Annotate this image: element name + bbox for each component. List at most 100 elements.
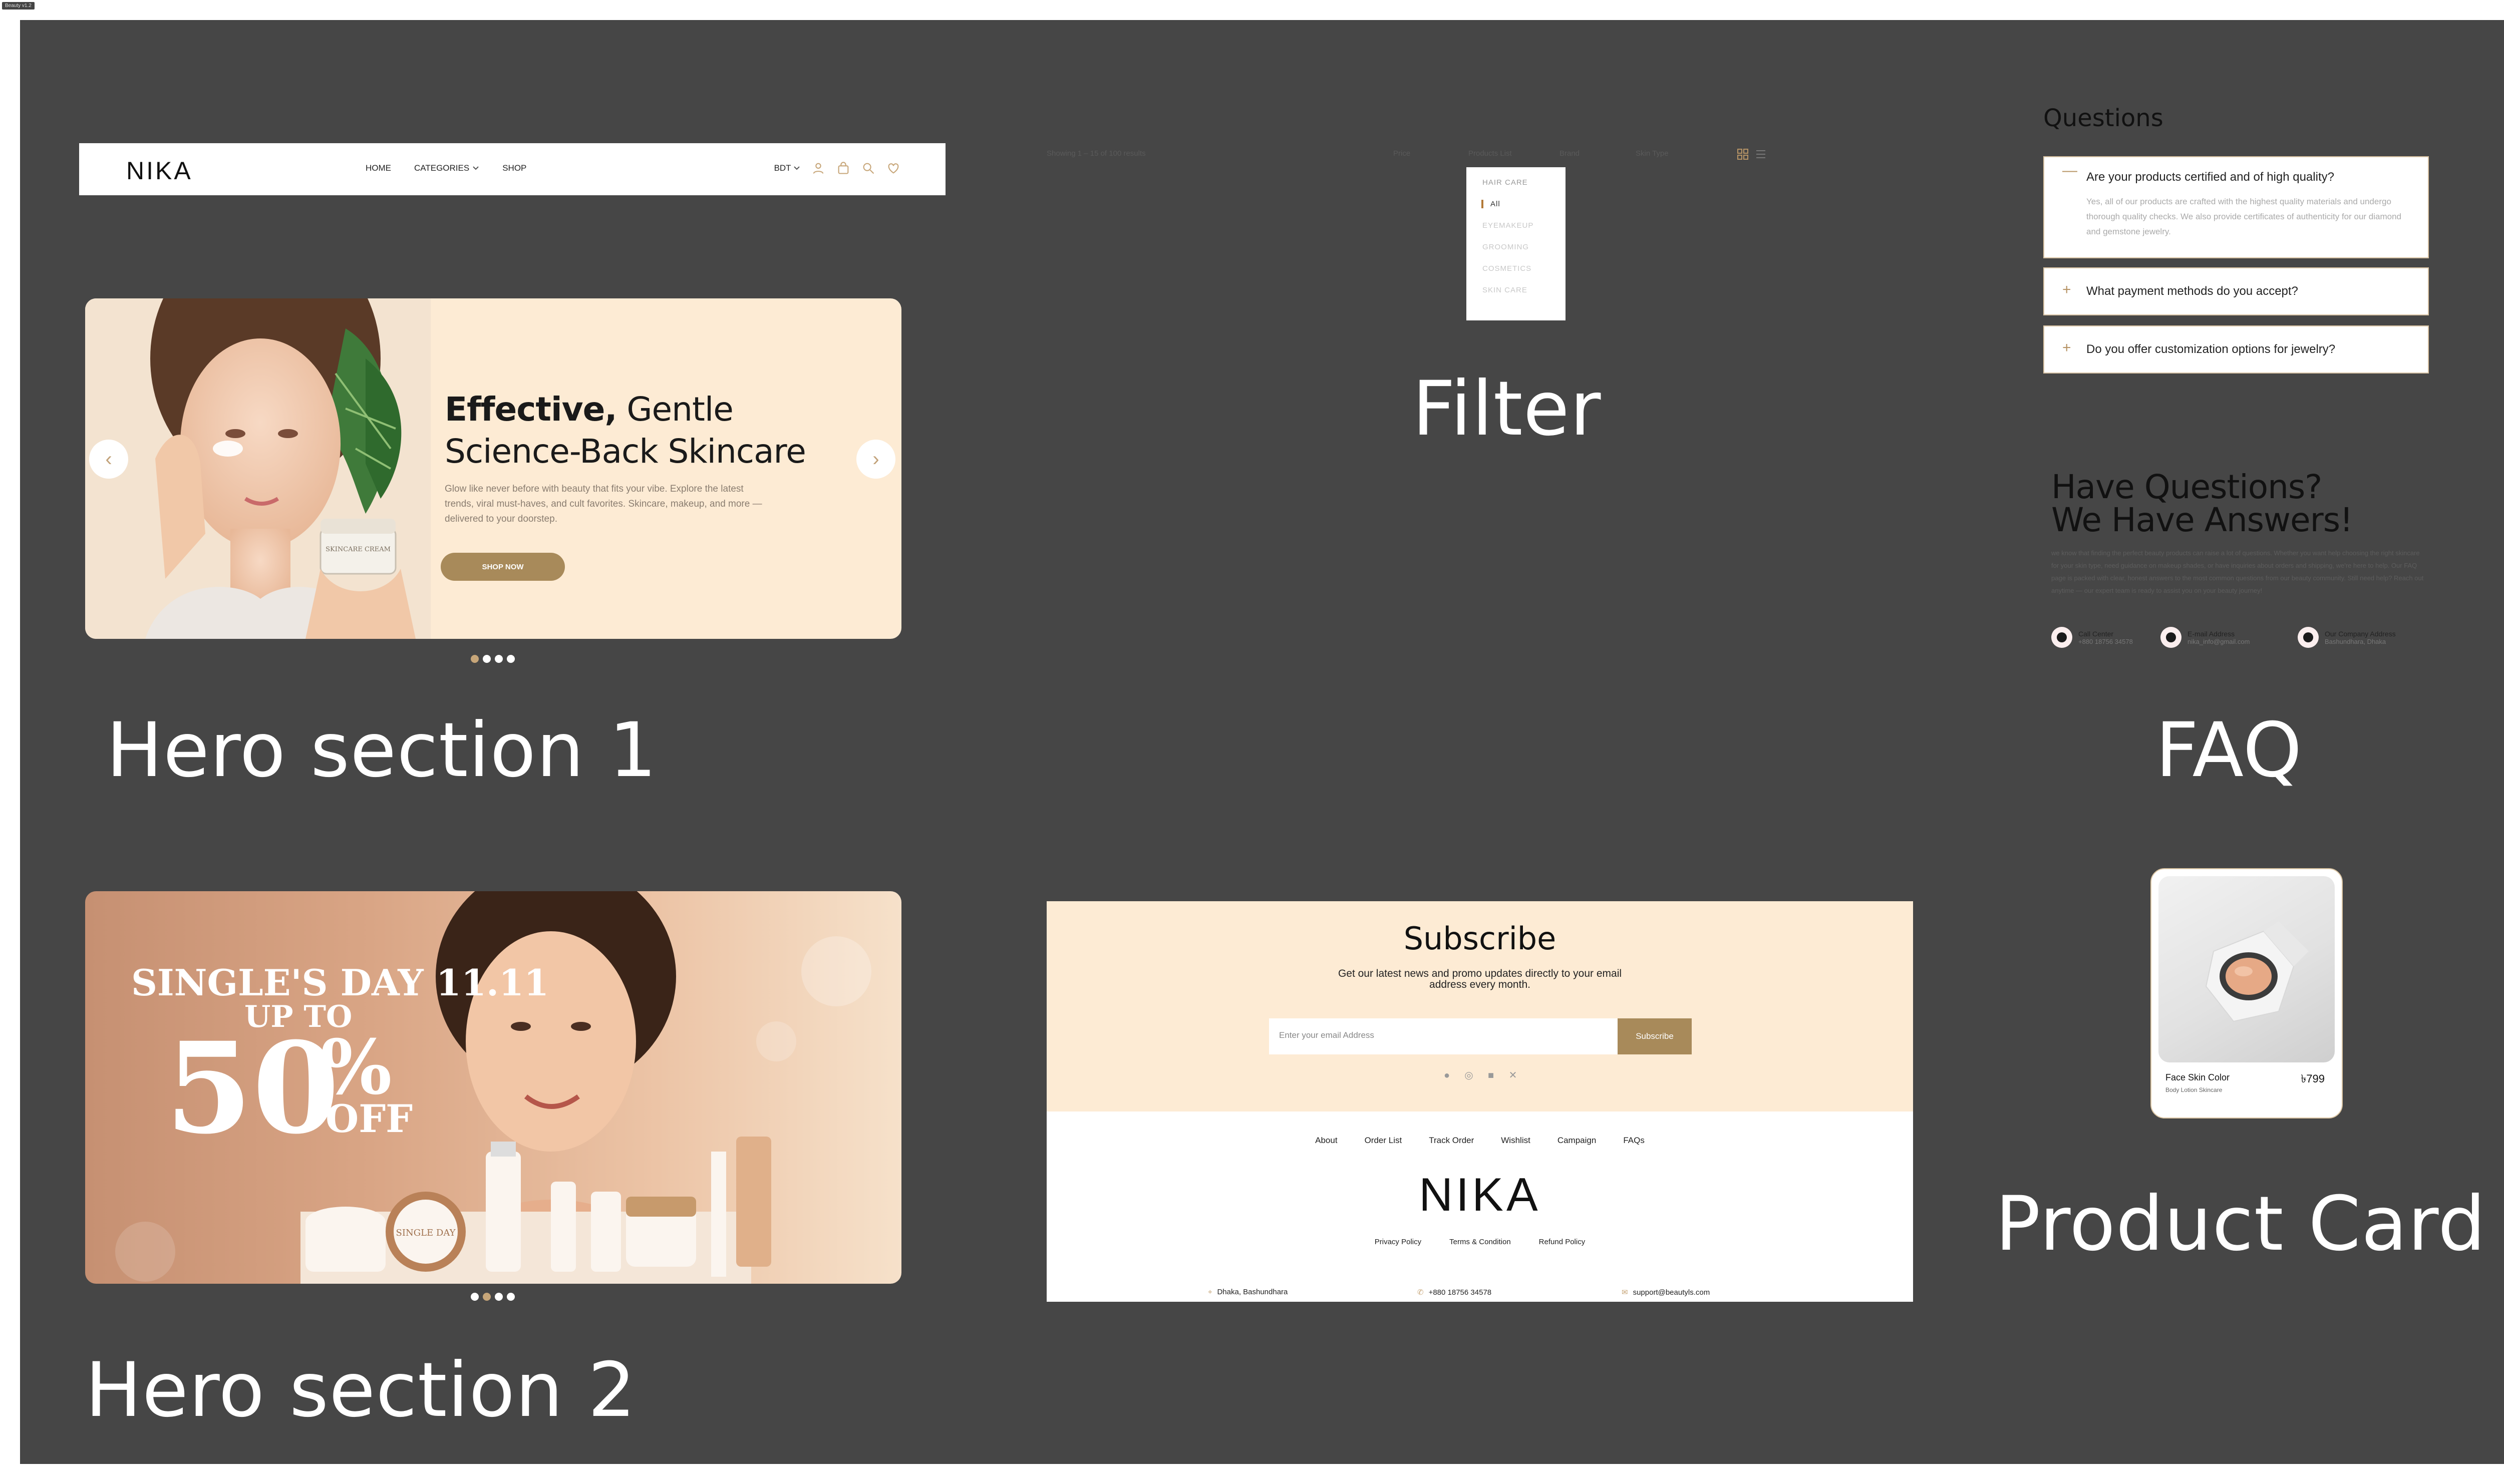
results-count: Showing 1 – 15 of 100 results [1047, 149, 1146, 158]
jar-label: SINGLE DAY [396, 1228, 456, 1238]
subscribe-text: Get our latest news and promo updates di… [1338, 968, 1622, 990]
dropdown-option[interactable]: EYEMAKEUP [1482, 221, 1566, 230]
jar-label: SKINCARE CREAM [326, 546, 391, 553]
nav-actions: BDT [774, 161, 900, 175]
faq-question: What payment methods do you accept? [2086, 284, 2298, 298]
faq-heading-line2: We Have Answers! [2051, 501, 2353, 539]
footer-email: ✉ support@beautyls.com [1622, 1288, 1710, 1297]
nav-link-categories[interactable]: CATEGORIES [414, 163, 479, 173]
nav-logo[interactable]: NIKA [126, 156, 193, 185]
product-name: Face Skin Color [2165, 1072, 2230, 1082]
faq-item[interactable]: + Do you offer customization options for… [2043, 325, 2429, 374]
dropdown-group-hair-care: HAIR CARE [1482, 178, 1528, 187]
dropdown-option[interactable]: GROOMING [1482, 243, 1566, 251]
mail-icon: ✉ [1622, 1288, 1628, 1297]
nav-link-home[interactable]: HOME [366, 163, 391, 173]
list-view-icon[interactable] [1755, 148, 1767, 160]
grid-view-icon[interactable] [1737, 148, 1749, 160]
footer-address-text: Dhaka, Bashundhara [1217, 1288, 1288, 1296]
faq-answer: Yes, all of our products are crafted wit… [2086, 197, 2402, 236]
footer-link-wishlist[interactable]: Wishlist [1501, 1136, 1530, 1146]
privacy-policy-link[interactable]: Privacy Policy [1375, 1238, 1421, 1246]
footer-link-campaign[interactable]: Campaign [1557, 1136, 1597, 1146]
footer-link-about[interactable]: About [1315, 1136, 1337, 1146]
nav-link-shop[interactable]: SHOP [502, 163, 526, 173]
contact-call-center: Call Center +880 18756 34578 [2051, 627, 2133, 648]
dropdown-option-all[interactable]: All [1481, 200, 1566, 208]
chevron-right-icon: › [872, 448, 879, 470]
footer-link-track-order[interactable]: Track Order [1429, 1136, 1474, 1146]
contact-value: nika_info@gmail.com [2187, 637, 2250, 645]
products-list-dropdown: HAIR CARE All EYEMAKEUP GROOMING COSMETI… [1466, 167, 1566, 320]
x-twitter-icon[interactable]: ✕ [1507, 1069, 1519, 1081]
slide-dot[interactable] [483, 1293, 491, 1301]
next-slide-button[interactable]: › [856, 440, 895, 479]
faq-heading: Have Questions? We Have Answers! [2051, 471, 2353, 537]
hero1-title-bold: Effective, [445, 390, 617, 429]
minus-icon: — [2062, 162, 2077, 179]
hero2-pagination [471, 1293, 515, 1301]
hero-banner-2: SINGLE DAY SINGLE'S DAY 11.11 UP TO 50 %… [85, 891, 901, 1284]
search-icon[interactable] [861, 161, 875, 175]
faq-item-open[interactable]: — Are your products certified and of hig… [2043, 156, 2429, 258]
footer-policies: Privacy Policy Terms & Condition Refund … [1047, 1238, 1913, 1246]
footer-links: About Order List Track Order Wishlist Ca… [1047, 1136, 1913, 1146]
refund-policy-link[interactable]: Refund Policy [1539, 1238, 1586, 1246]
footer-logo[interactable]: NIKA [1047, 1168, 1913, 1222]
contact-email: E-mail Address nika_info@gmail.com [2160, 627, 2250, 648]
shopping-bag-icon[interactable] [836, 161, 850, 175]
navbar: NIKA HOME CATEGORIES SHOP BDT [79, 143, 946, 195]
hero1-title-line2: Science-Back Skincare [445, 432, 806, 471]
filter-brand[interactable]: Brand [1559, 149, 1580, 158]
prev-slide-button[interactable]: ‹ [89, 440, 128, 479]
slide-dot[interactable] [483, 655, 491, 663]
filter-price[interactable]: Price [1393, 149, 1410, 158]
filter-skin-type[interactable]: Skin Type [1636, 149, 1669, 158]
terms-link[interactable]: Terms & Condition [1449, 1238, 1511, 1246]
contact-value: +880 18756 34578 [2078, 637, 2133, 645]
phone-icon [2051, 627, 2072, 648]
heart-icon[interactable] [886, 161, 900, 175]
chevron-down-icon [473, 166, 479, 170]
slide-dot[interactable] [495, 655, 503, 663]
faq-title: Questions [2043, 104, 2163, 132]
footer-link-faqs[interactable]: FAQs [1623, 1136, 1645, 1146]
subscribe-button[interactable]: Subscribe [1618, 1018, 1692, 1054]
footer-address: ⌖ Dhaka, Bashundhara [1208, 1288, 1288, 1296]
slide-dot[interactable] [507, 655, 515, 663]
email-input[interactable]: Enter your email Address [1269, 1018, 1618, 1054]
frame-tag: Beauty v1.2 [2, 2, 35, 10]
phone-icon: ✆ [1417, 1288, 1424, 1297]
faq-body-text: we know that finding the perfect beauty … [2051, 549, 2424, 594]
chevron-down-icon [794, 166, 800, 170]
plus-icon: + [2062, 281, 2071, 298]
product-image [2158, 876, 2335, 1062]
instagram-icon[interactable]: ◎ [1463, 1069, 1475, 1081]
model-skincare-photo: SKINCARE CREAM [85, 298, 431, 639]
compact-powder-photo [2205, 921, 2309, 1022]
label-filter: Filter [1412, 365, 1602, 453]
nav-links: HOME CATEGORIES SHOP [366, 163, 526, 173]
product-price: ৳799 [2301, 1072, 2325, 1085]
subscribe-title: Subscribe [1403, 920, 1556, 957]
promo-percent-number: 50 [165, 1014, 340, 1162]
slide-dot[interactable] [507, 1293, 515, 1301]
currency-select[interactable]: BDT [774, 163, 800, 173]
faq-question: Do you offer customization options for j… [2086, 342, 2336, 356]
linkedin-icon[interactable]: ■ [1485, 1069, 1497, 1081]
shop-now-button[interactable]: SHOP NOW [441, 553, 565, 581]
slide-dot[interactable] [471, 655, 479, 663]
dropdown-option[interactable]: SKIN CARE [1482, 286, 1566, 294]
filter-products-list[interactable]: Products List [1468, 149, 1512, 158]
dropdown-option[interactable]: COSMETICS [1482, 264, 1566, 273]
slide-dot[interactable] [495, 1293, 503, 1301]
footer-link-order-list[interactable]: Order List [1365, 1136, 1402, 1146]
currency-label: BDT [774, 163, 791, 173]
user-icon[interactable] [811, 161, 825, 175]
design-canvas: NIKA HOME CATEGORIES SHOP BDT SKINCARE C… [20, 20, 2504, 1464]
faq-item[interactable]: + What payment methods do you accept? [2043, 267, 2429, 315]
slide-dot[interactable] [471, 1293, 479, 1301]
contact-address: Our Company Address Bashundhara, Dhaka [2298, 627, 2396, 648]
facebook-icon[interactable]: ● [1441, 1069, 1453, 1081]
product-card[interactable]: Face Skin Color Body Lotion Skincare ৳79… [2150, 868, 2343, 1119]
